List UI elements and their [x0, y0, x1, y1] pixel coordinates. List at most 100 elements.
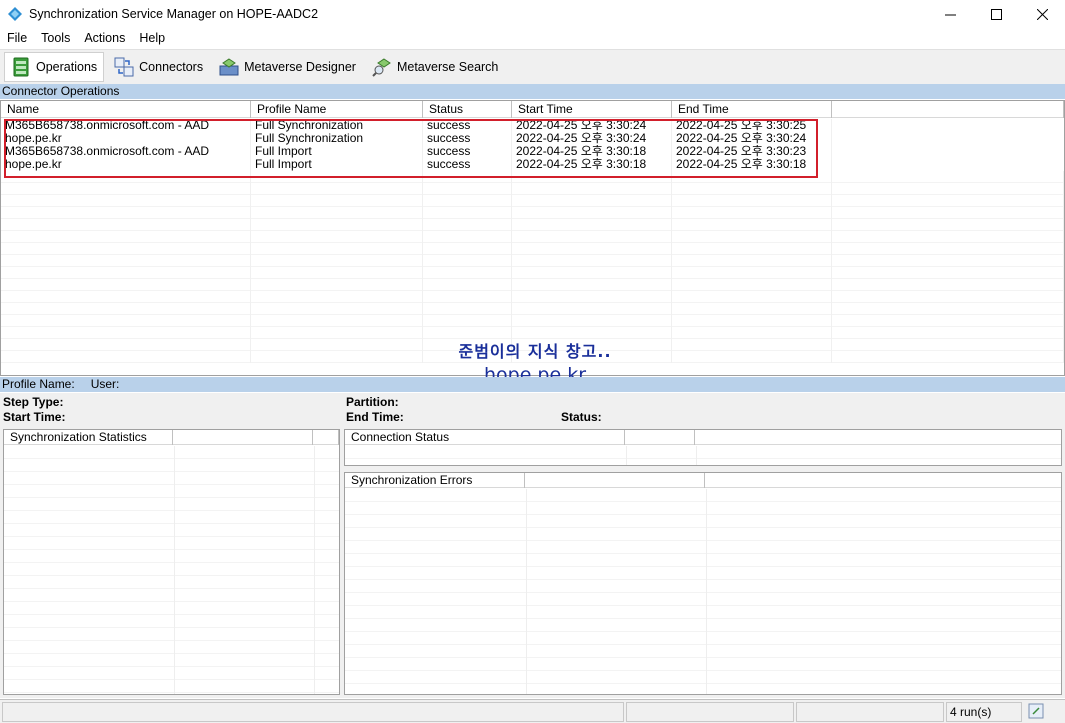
metaverse-search-button[interactable]: Metaverse Search [366, 52, 504, 82]
table-row[interactable]: M365B658738.onmicrosoft.com - AAD Full S… [1, 119, 1064, 132]
operations-button[interactable]: Operations [4, 52, 105, 82]
empty-cell [512, 171, 672, 183]
start-time-label: Start Time: [3, 410, 66, 424]
empty-row [1, 207, 1064, 219]
metaverse-designer-label: Metaverse Designer [244, 60, 356, 74]
empty-cell [672, 327, 832, 339]
sync-statistics-col2[interactable] [173, 430, 313, 445]
status-segment-main [2, 702, 624, 722]
empty-cell [672, 291, 832, 303]
table-row[interactable]: M365B658738.onmicrosoft.com - AAD Full I… [1, 145, 1064, 158]
status-bar: 4 run(s) [0, 699, 1065, 723]
sync-errors-rows [345, 489, 1061, 694]
connection-status-panel[interactable]: Connection Status [344, 429, 1062, 466]
menu-actions[interactable]: Actions [77, 31, 132, 45]
column-end-time[interactable]: End Time [672, 101, 832, 118]
cell-start: 2022-04-25 오후 3:30:18 [512, 145, 672, 158]
details-header: Profile Name: User: [0, 377, 1065, 392]
connection-status-header: Connection Status [345, 430, 1061, 445]
empty-cell [832, 279, 1064, 291]
close-button[interactable] [1019, 0, 1065, 28]
empty-cell [672, 195, 832, 207]
empty-cell [512, 267, 672, 279]
menu-tools[interactable]: Tools [34, 31, 77, 45]
close-icon [1036, 8, 1048, 20]
connection-status-col3[interactable] [695, 430, 1061, 445]
empty-cell [832, 255, 1064, 267]
sync-statistics-title[interactable]: Synchronization Statistics [4, 430, 173, 445]
empty-cell [512, 219, 672, 231]
sync-errors-title[interactable]: Synchronization Errors [345, 473, 525, 488]
empty-cell [672, 207, 832, 219]
watermark-line1: 준범이의 지식 창고.. [458, 342, 612, 361]
empty-row [1, 243, 1064, 255]
cell-status: success [423, 158, 512, 171]
column-name[interactable]: Name [1, 101, 251, 118]
resize-grip[interactable] [1024, 702, 1046, 722]
column-divider [314, 446, 315, 694]
cell-name: M365B658738.onmicrosoft.com - AAD [1, 119, 251, 132]
cell-profile: Full Synchronization [251, 119, 423, 132]
sync-errors-col3[interactable] [705, 473, 1061, 488]
column-start-time[interactable]: Start Time [512, 101, 672, 118]
connection-status-col2[interactable] [625, 430, 695, 445]
cell-name: M365B658738.onmicrosoft.com - AAD [1, 145, 251, 158]
empty-cell [423, 183, 512, 195]
sync-statistics-col3[interactable] [313, 430, 339, 445]
empty-row [1, 219, 1064, 231]
end-time-label: End Time: [346, 410, 404, 424]
empty-cell [423, 231, 512, 243]
title-bar: Synchronization Service Manager on HOPE-… [0, 0, 1065, 28]
cell-name: hope.pe.kr [1, 132, 251, 145]
cell-name: hope.pe.kr [1, 158, 251, 171]
empty-cell [1, 279, 251, 291]
empty-cell [423, 219, 512, 231]
step-type-label: Step Type: [3, 395, 64, 409]
empty-cell [423, 255, 512, 267]
cell-profile: Full Import [251, 145, 423, 158]
column-profile-name[interactable]: Profile Name [251, 101, 423, 118]
menu-bar: File Tools Actions Help [0, 28, 1065, 48]
connection-status-title[interactable]: Connection Status [345, 430, 625, 445]
empty-cell [832, 315, 1064, 327]
minimize-button[interactable] [927, 0, 973, 28]
menu-help[interactable]: Help [132, 31, 172, 45]
empty-row [1, 267, 1064, 279]
empty-cell [251, 339, 423, 351]
metaverse-designer-button[interactable]: Metaverse Designer [213, 52, 362, 82]
empty-cell [251, 291, 423, 303]
sync-app-icon [8, 7, 22, 21]
empty-cell [832, 195, 1064, 207]
table-row[interactable]: hope.pe.kr Full Import success 2022-04-2… [1, 158, 1064, 171]
column-status[interactable]: Status [423, 101, 512, 118]
empty-cell [1, 255, 251, 267]
operations-list-header: Name Profile Name Status Start Time End … [1, 101, 1064, 118]
empty-cell [512, 231, 672, 243]
empty-row [1, 255, 1064, 267]
connectors-button[interactable]: Connectors [108, 52, 209, 82]
column-divider [526, 489, 527, 694]
status-segment-3 [796, 702, 944, 722]
empty-rows [1, 171, 1064, 363]
cell-start: 2022-04-25 오후 3:30:18 [512, 158, 672, 171]
empty-cell [832, 327, 1064, 339]
connectors-icon [114, 57, 134, 77]
empty-cell [1, 291, 251, 303]
empty-cell [423, 267, 512, 279]
empty-cell [251, 255, 423, 267]
empty-cell [251, 315, 423, 327]
maximize-button[interactable] [973, 0, 1019, 28]
empty-cell [672, 255, 832, 267]
cell-end: 2022-04-25 오후 3:30:23 [672, 145, 832, 158]
user-label: User: [90, 377, 120, 391]
empty-cell [672, 267, 832, 279]
sync-errors-panel[interactable]: Synchronization Errors [344, 472, 1062, 695]
connectors-label: Connectors [139, 60, 204, 74]
operations-list[interactable]: Name Profile Name Status Start Time End … [0, 100, 1065, 376]
sync-statistics-panel[interactable]: Synchronization Statistics [3, 429, 340, 695]
empty-cell [672, 339, 832, 351]
empty-cell [672, 171, 832, 183]
sync-errors-col2[interactable] [525, 473, 705, 488]
table-row[interactable]: hope.pe.kr Full Synchronization success … [1, 132, 1064, 145]
menu-file[interactable]: File [0, 31, 34, 45]
